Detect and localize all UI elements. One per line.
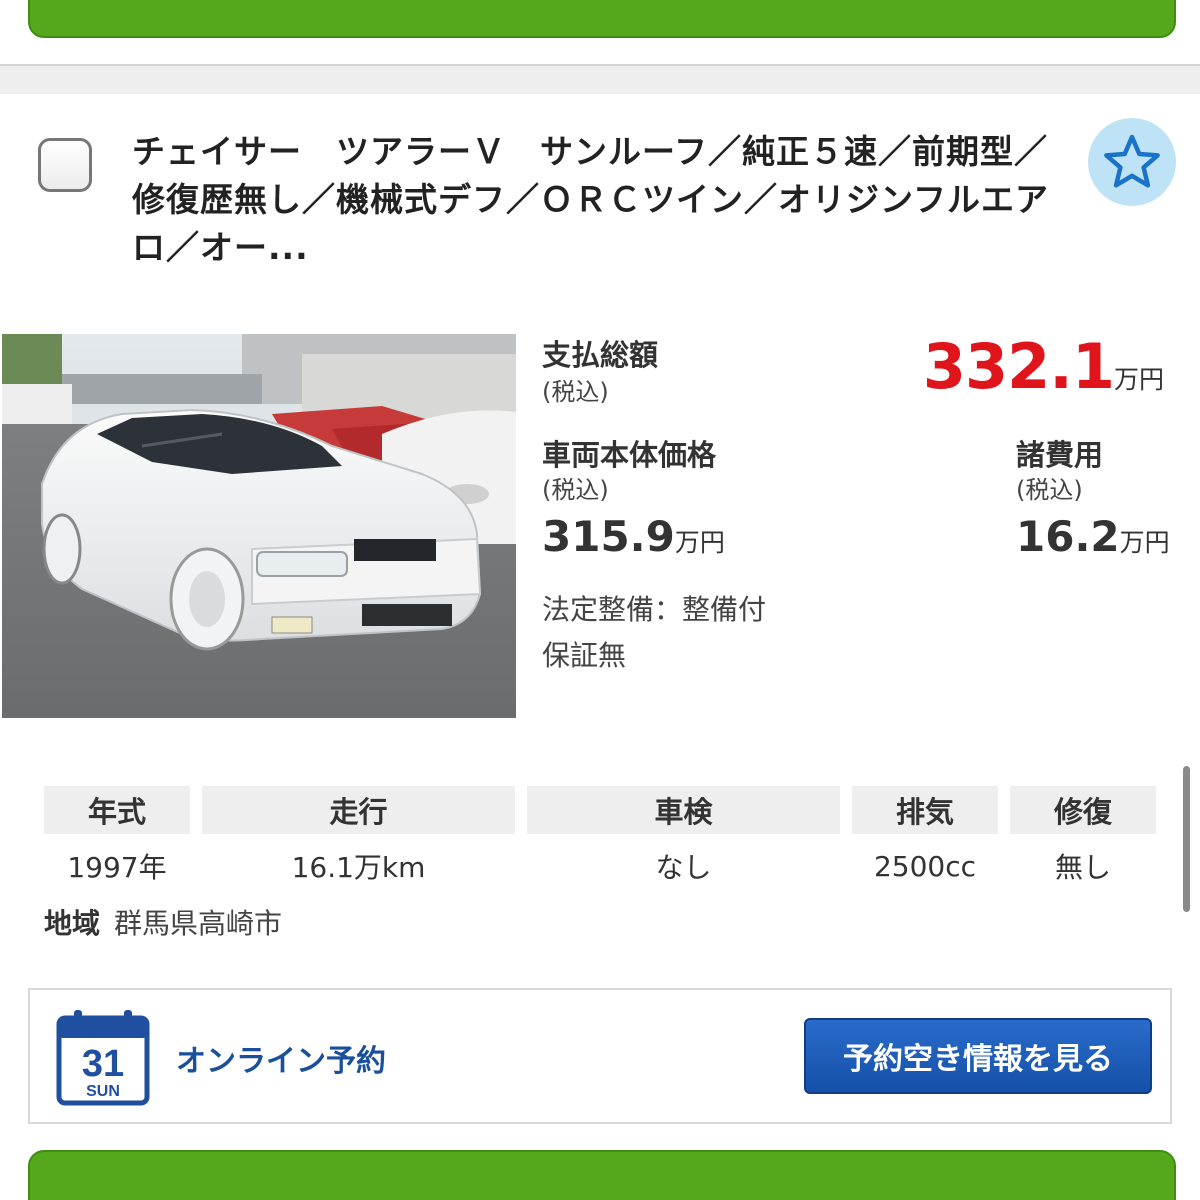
payment-total-tax-note: (税込) xyxy=(542,378,609,406)
payment-total-value: 332.1 xyxy=(922,330,1115,403)
view-availability-button[interactable]: 予約空き情報を見る xyxy=(804,1018,1152,1094)
star-icon xyxy=(1104,134,1160,188)
spec-value-displacement: 2500cc xyxy=(873,849,977,883)
spec-value-mileage: 16.1万km xyxy=(291,851,426,884)
section-divider xyxy=(0,64,1200,94)
body-price-unit: 万円 xyxy=(674,528,725,557)
body-price-value: 315.9 xyxy=(542,512,675,561)
body-price-label: 車両本体価格 xyxy=(542,438,717,472)
spec-header-year: 年式 xyxy=(44,786,190,834)
calendar-weekday: SUN xyxy=(86,1083,120,1100)
spec-header-inspection: 車検 xyxy=(527,786,840,834)
inspection-note: 法定整備：整備付 xyxy=(542,593,767,626)
body-price: 315.9 万円 xyxy=(542,512,725,561)
body-price-tax-note: (税込) xyxy=(542,476,609,504)
fees-price: 16.2 万円 xyxy=(1016,512,1170,561)
calendar-icon: 31 SUN xyxy=(56,1010,150,1106)
warranty-note: 保証無 xyxy=(542,639,627,672)
top-green-button[interactable] xyxy=(28,0,1176,38)
payment-total-price: 332.1 万円 xyxy=(923,330,1164,403)
region-label: 地域 xyxy=(44,907,101,940)
bottom-green-button[interactable] xyxy=(28,1150,1176,1200)
online-reservation-label: オンライン予約 xyxy=(176,1044,386,1079)
spec-header-displacement: 排気 xyxy=(852,786,998,834)
spec-header-mileage: 走行 xyxy=(202,786,515,834)
region-row: 地域 群馬県高崎市 xyxy=(44,902,282,942)
payment-total-unit: 万円 xyxy=(1113,365,1164,394)
car-photo[interactable] xyxy=(2,334,516,718)
calendar-day: 31 xyxy=(82,1043,124,1085)
fees-tax-note: (税込) xyxy=(1016,476,1083,504)
spec-value-repair-history: 無し xyxy=(1054,851,1111,884)
region-value: 群馬県高崎市 xyxy=(114,907,283,940)
listing-title[interactable]: チェイサー ツアラーＶ サンルーフ／純正５速／前期型／修復歴無し／機械式デフ／Ｏ… xyxy=(132,128,1062,272)
payment-total-label: 支払総額 xyxy=(542,338,659,372)
spec-value-inspection: なし xyxy=(655,851,712,884)
favorite-button[interactable] xyxy=(1088,118,1176,206)
fees-value: 16.2 xyxy=(1016,512,1120,561)
fees-unit: 万円 xyxy=(1119,528,1170,557)
spec-value-year: 1997年 xyxy=(67,851,167,884)
spec-header-repair-history: 修復 xyxy=(1010,786,1156,834)
compare-checkbox[interactable] xyxy=(38,138,92,192)
scrollbar[interactable] xyxy=(1183,766,1190,912)
fees-label: 諸費用 xyxy=(1016,438,1104,472)
